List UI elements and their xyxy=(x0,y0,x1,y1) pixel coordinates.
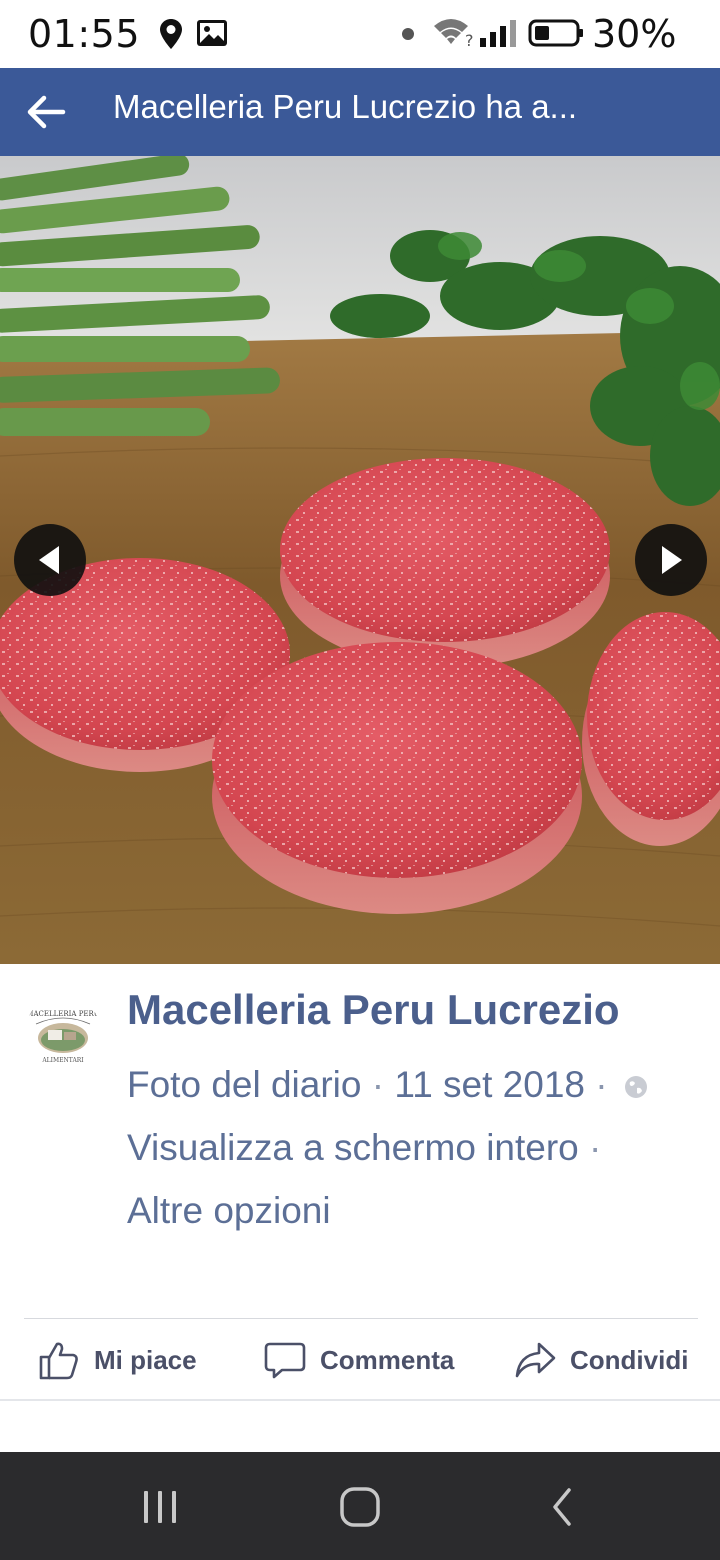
recents-button[interactable] xyxy=(130,1482,190,1532)
comment-icon xyxy=(264,1342,306,1379)
more-options-link[interactable]: Altre opzioni xyxy=(127,1190,331,1232)
divider xyxy=(0,1399,720,1401)
battery-icon xyxy=(528,19,583,47)
burger-patties-photo xyxy=(0,156,720,964)
home-button[interactable] xyxy=(330,1482,390,1532)
location-icon xyxy=(160,19,182,49)
share-icon xyxy=(515,1342,556,1378)
share-button[interactable]: Condividi xyxy=(514,1337,688,1383)
app-header: Macelleria Peru Lucrezio ha a... xyxy=(0,68,720,156)
separator: · xyxy=(595,1064,608,1105)
chevron-left-icon xyxy=(553,1488,571,1526)
post-meta: Foto del diario · 11 set 2018 · xyxy=(127,1064,648,1106)
arrow-left-icon xyxy=(27,95,66,129)
system-nav-bar xyxy=(0,1452,720,1560)
page-avatar[interactable]: MACELLERIA PERU ALIMENTARI xyxy=(26,994,100,1068)
post-date[interactable]: 11 set 2018 xyxy=(394,1064,585,1105)
previous-photo-button[interactable] xyxy=(14,524,86,596)
post-photo[interactable] xyxy=(0,156,720,964)
album-link[interactable]: Foto del diario xyxy=(127,1064,361,1105)
post-info: MACELLERIA PERU ALIMENTARI Macelleria Pe… xyxy=(0,964,720,1318)
next-photo-button[interactable] xyxy=(635,524,707,596)
header-title: Macelleria Peru Lucrezio ha a... xyxy=(113,88,578,125)
chevron-left-icon xyxy=(39,546,59,574)
recents-icon xyxy=(144,1491,176,1523)
page-name-link[interactable]: Macelleria Peru Lucrezio xyxy=(127,986,620,1034)
signal-icon xyxy=(480,20,516,47)
image-icon xyxy=(197,20,227,46)
fullscreen-line: Visualizza a schermo intero · xyxy=(127,1127,601,1169)
chevron-right-icon xyxy=(662,546,682,574)
home-icon xyxy=(340,1487,380,1527)
status-bar: 01:55 ? 30% xyxy=(0,0,720,68)
comment-button[interactable]: Commenta xyxy=(264,1337,454,1383)
wifi-icon: ? xyxy=(434,19,474,50)
svg-text:ALIMENTARI: ALIMENTARI xyxy=(41,1057,84,1064)
system-back-button[interactable] xyxy=(532,1482,592,1532)
action-bar: Mi piace Commenta Condividi xyxy=(0,1319,720,1399)
share-label: Condividi xyxy=(570,1344,689,1375)
back-button[interactable] xyxy=(22,84,70,140)
separator: · xyxy=(371,1064,385,1105)
svg-text:?: ? xyxy=(465,31,474,50)
butcher-logo: MACELLERIA PERU ALIMENTARI xyxy=(26,994,100,1068)
like-label: Mi piace xyxy=(94,1344,197,1375)
status-time: 01:55 xyxy=(28,12,141,56)
globe-icon xyxy=(624,1076,647,1099)
comment-label: Commenta xyxy=(320,1344,455,1375)
svg-text:MACELLERIA PERU: MACELLERIA PERU xyxy=(26,1010,100,1018)
thumbs-up-icon xyxy=(39,1342,78,1380)
separator: · xyxy=(589,1127,602,1168)
notification-dot-icon xyxy=(402,28,414,40)
fullscreen-link[interactable]: Visualizza a schermo intero xyxy=(127,1127,579,1168)
like-button[interactable]: Mi piace xyxy=(38,1337,197,1383)
battery-percent: 30% xyxy=(592,12,677,56)
